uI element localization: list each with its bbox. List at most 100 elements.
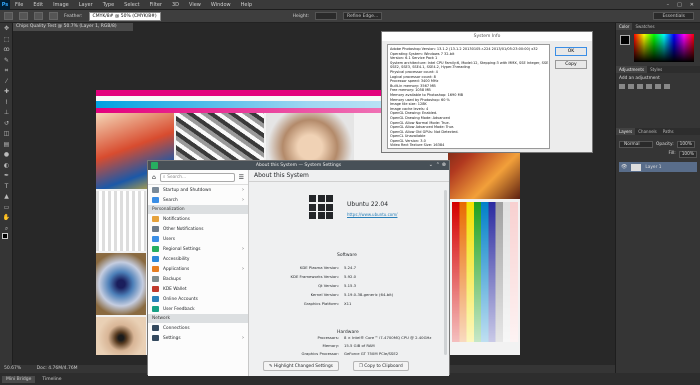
- foreground-color-swatch[interactable]: [620, 35, 630, 45]
- marquee-tool-icon[interactable]: ⬚: [2, 36, 11, 44]
- sidebar-item[interactable]: Other Notifications: [148, 224, 248, 234]
- sidebar-item[interactable]: Regional Settings ›: [148, 244, 248, 254]
- opacity-field[interactable]: 100%: [676, 141, 695, 148]
- checker-swatch: [96, 191, 146, 251]
- menu-filter[interactable]: Filter: [145, 2, 167, 8]
- menu-edit[interactable]: Edit: [28, 2, 48, 8]
- type-tool-icon[interactable]: T: [2, 183, 11, 191]
- menu-file[interactable]: File: [10, 2, 28, 8]
- sidebar-item[interactable]: Search ›: [148, 195, 248, 205]
- visibility-eye-icon[interactable]: 👁: [621, 164, 627, 170]
- marquee-tool-icon[interactable]: [4, 12, 13, 20]
- tab-styles[interactable]: Styles: [647, 66, 665, 73]
- sidebar-item[interactable]: Backups: [148, 274, 248, 284]
- ok-button[interactable]: OK: [555, 47, 587, 56]
- sidebar-header: ⌂ ⌕ Search... ☰: [148, 170, 248, 185]
- menu-layer[interactable]: Layer: [74, 2, 98, 8]
- maximize-icon[interactable]: ⌃: [436, 161, 440, 170]
- minimize-icon[interactable]: ⌄: [429, 161, 433, 170]
- blur-tool-icon[interactable]: ●: [2, 151, 11, 159]
- tab-paths[interactable]: Paths: [660, 128, 677, 135]
- copy-to-clipboard-button[interactable]: ❐ Copy to Clipboard: [353, 361, 409, 371]
- close-icon[interactable]: ⊗: [442, 161, 446, 170]
- search-input[interactable]: ⌕ Search...: [159, 172, 235, 182]
- vibrance-icon[interactable]: [655, 84, 661, 89]
- distro-url[interactable]: https://www.ubuntu.com/: [347, 212, 397, 217]
- height-field[interactable]: [315, 12, 338, 20]
- system-info-text[interactable]: Adobe Photoshop Version: 13.1.2 (13.1.2 …: [387, 44, 550, 149]
- sidebar-item[interactable]: User Feedback: [148, 304, 248, 314]
- copy-button[interactable]: Copy: [555, 60, 587, 69]
- lasso-tool-icon[interactable]: ꝏ: [2, 46, 11, 54]
- quick-select-tool-icon[interactable]: ✎: [2, 57, 11, 65]
- menu-select[interactable]: Select: [119, 2, 144, 8]
- hue-saturation-icon[interactable]: [664, 84, 670, 89]
- path-select-tool-icon[interactable]: ▲: [2, 193, 11, 201]
- eraser-tool-icon[interactable]: ◫: [2, 130, 11, 138]
- workspace-select[interactable]: Essentials: [653, 12, 694, 20]
- hamburger-menu-icon[interactable]: ☰: [239, 174, 244, 181]
- tab-layers[interactable]: Layers: [616, 128, 636, 135]
- sidebar-item[interactable]: KDE Wallet: [148, 284, 248, 294]
- eyedropper-tool-icon[interactable]: ⁄: [2, 78, 11, 86]
- levels-icon[interactable]: [628, 84, 634, 89]
- refine-edge-button[interactable]: Refine Edge...: [343, 12, 383, 20]
- brightness-icon[interactable]: [619, 84, 625, 89]
- add-selection-icon[interactable]: [34, 12, 43, 20]
- tab-adjustments[interactable]: Adjustments: [616, 66, 648, 73]
- tab-channels[interactable]: Channels: [635, 128, 660, 135]
- maximize-icon[interactable]: □: [677, 2, 682, 8]
- gradient-tool-icon[interactable]: ▤: [2, 141, 11, 149]
- sidebar-item[interactable]: Connections: [148, 323, 248, 333]
- pen-tool-icon[interactable]: ✒: [2, 172, 11, 180]
- healing-tool-icon[interactable]: ✚: [2, 88, 11, 96]
- layer-name[interactable]: Layer 1: [645, 165, 661, 170]
- sidebar-item-label: Regional Settings: [163, 246, 201, 252]
- tab-color[interactable]: Color: [616, 23, 633, 30]
- hand-tool-icon[interactable]: ✋: [2, 214, 11, 222]
- zoom-level[interactable]: 50.67%: [4, 366, 21, 371]
- dodge-tool-icon[interactable]: ◐: [2, 162, 11, 170]
- brush-tool-icon[interactable]: ⌇: [2, 99, 11, 107]
- sidebar-item[interactable]: Applications ›: [148, 264, 248, 274]
- shape-tool-icon[interactable]: ▭: [2, 204, 11, 212]
- new-selection-icon[interactable]: [19, 12, 28, 20]
- layer-row[interactable]: 👁 Layer 1: [619, 162, 697, 172]
- close-icon[interactable]: ✕: [690, 2, 694, 8]
- menu-view[interactable]: View: [184, 2, 206, 8]
- minimize-icon[interactable]: –: [667, 2, 670, 8]
- fill-field[interactable]: 100%: [678, 151, 697, 158]
- tab-timeline[interactable]: Timeline: [38, 376, 65, 383]
- sidebar-item-label: Settings: [163, 335, 181, 341]
- document-tab[interactable]: Chips Quality Test @ 50.7% (Layer 1, RGB…: [13, 23, 133, 31]
- crop-tool-icon[interactable]: ⌗: [2, 67, 11, 75]
- highlight-changed-settings-button[interactable]: ✎ Highlight Changed Settings: [263, 361, 339, 371]
- sidebar-item[interactable]: Accessibility: [148, 254, 248, 264]
- sidebar-item[interactable]: Users: [148, 234, 248, 244]
- home-icon[interactable]: ⌂: [152, 174, 156, 181]
- window-titlebar[interactable]: About this System — System Settings ⌄ ⌃ …: [148, 161, 449, 170]
- doc-size: Doc: 4.76M/4.76M: [36, 366, 78, 371]
- exposure-icon[interactable]: [646, 84, 652, 89]
- menu-image[interactable]: Image: [48, 2, 74, 8]
- menu-help[interactable]: Help: [236, 2, 257, 8]
- subtract-selection-icon[interactable]: [49, 12, 58, 20]
- zoom-tool-icon[interactable]: ⌕: [2, 225, 11, 233]
- sidebar-item[interactable]: Startup and Shutdown ›: [148, 185, 248, 195]
- sidebar-item[interactable]: Notifications: [148, 214, 248, 224]
- tab-mini-bridge[interactable]: Mini Bridge: [2, 375, 36, 383]
- foreground-color-swatch[interactable]: [2, 233, 8, 239]
- menu-window[interactable]: Window: [206, 2, 236, 8]
- sidebar-item[interactable]: Settings ›: [148, 333, 248, 343]
- curves-icon[interactable]: [637, 84, 643, 89]
- menu-3d[interactable]: 3D: [167, 2, 184, 8]
- color-spectrum[interactable]: [634, 34, 694, 62]
- scrollbar[interactable]: [444, 190, 447, 355]
- move-tool-icon[interactable]: ✥: [2, 25, 11, 33]
- blend-mode-select[interactable]: Normal: [619, 141, 653, 148]
- history-brush-icon[interactable]: ↺: [2, 120, 11, 128]
- stamp-tool-icon[interactable]: ⊥: [2, 109, 11, 117]
- sidebar-item[interactable]: Online Accounts: [148, 294, 248, 304]
- tab-swatches[interactable]: Swatches: [632, 23, 657, 30]
- menu-type[interactable]: Type: [98, 2, 119, 8]
